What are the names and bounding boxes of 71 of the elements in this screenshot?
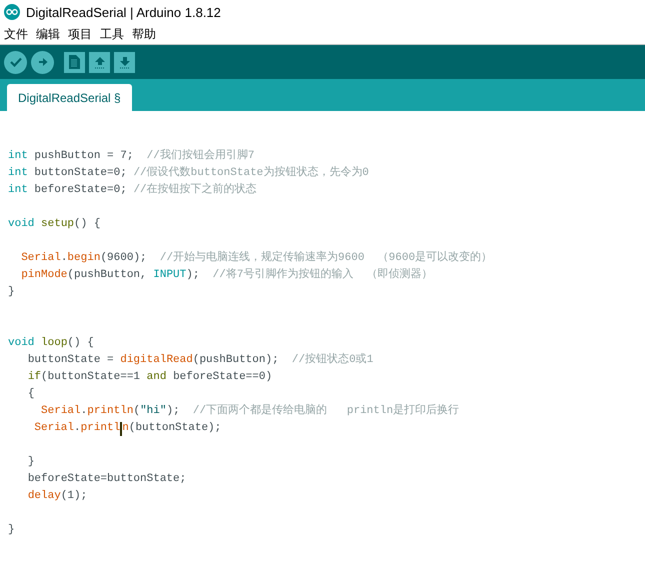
code-text: beforeState==0) [173, 370, 272, 385]
code-text: } [8, 523, 15, 538]
save-button[interactable] [114, 52, 135, 72]
code-text: void [8, 336, 34, 351]
new-button[interactable] [64, 52, 85, 72]
menu-item[interactable]: 帮助 [132, 26, 156, 42]
code-text: . [80, 404, 88, 419]
code-text: (buttonState); [128, 421, 222, 436]
window-title: DigitalReadSerial | Arduino 1.8.12 [26, 4, 221, 20]
menu-item[interactable]: 编辑 [36, 26, 60, 42]
code-text: begin [67, 251, 100, 266]
code-text: () { [74, 217, 100, 232]
code-text: Serial [21, 251, 61, 266]
download-arrow-icon [118, 56, 130, 68]
code-text: if [28, 370, 42, 385]
code-comment: //下面两个都是传给电脑的 println是打印后换行 [192, 403, 460, 419]
code-comment: //假设代数buttonState为按钮状态，先令为0 [133, 165, 369, 181]
code-comment: //开始与电脑连线，规定传输速率为9600 （9600是可以改变的） [160, 250, 492, 266]
code-text: n [122, 421, 129, 436]
code-comment: //将7号引脚作为按钮的输入 （即侦测器） [212, 267, 433, 283]
code-text: INPUT [153, 268, 186, 283]
upload-button[interactable] [31, 50, 54, 74]
code-text: beforeState=0; [34, 183, 128, 198]
code-text: Serial [41, 404, 81, 419]
code-comment: //我们按钮会用引脚7 [146, 148, 254, 164]
code-text: Serial [34, 421, 74, 436]
document-icon [69, 55, 80, 69]
code-text: pinMode [21, 268, 68, 283]
code-text: and [146, 370, 166, 385]
code-text: setup [41, 217, 74, 232]
menu-item[interactable]: 文件 [4, 26, 28, 42]
code-text: "hi" [140, 404, 166, 419]
code-text: delay [28, 489, 61, 504]
menu-item[interactable]: 工具 [100, 26, 124, 42]
code-text: } [8, 285, 15, 300]
code-text: (9600); [100, 251, 148, 266]
code-text: printl [80, 421, 120, 436]
code-text: println [87, 404, 134, 419]
app-logo-icon [4, 4, 20, 20]
code-text: int [8, 149, 28, 164]
code-comment: //按钮状态0或1 [292, 352, 374, 368]
code-text: int [8, 166, 28, 181]
code-text: pushButton = 7; [34, 149, 134, 164]
menu-item[interactable]: 项目 [68, 26, 92, 42]
arrow-right-icon [38, 57, 48, 67]
code-text: (buttonState==1 [41, 370, 142, 385]
upload-arrow-icon [94, 56, 106, 68]
code-text: { [28, 387, 34, 402]
code-text: (1); [60, 489, 88, 504]
verify-button[interactable] [4, 50, 27, 74]
code-text: ); [166, 404, 181, 419]
code-text: int [8, 183, 28, 198]
code-text: } [28, 455, 34, 470]
code-text: (pushButton); [192, 353, 280, 368]
code-text: ); [186, 268, 200, 283]
code-text: () { [67, 336, 94, 351]
open-button[interactable] [89, 52, 110, 72]
code-text: . [60, 251, 68, 266]
code-comment: //在按钮按下之前的状态 [133, 182, 257, 198]
code-text: (pushButton, [67, 268, 148, 283]
code-text: ( [133, 404, 140, 419]
text-cursor [120, 422, 122, 436]
file-tab[interactable]: DigitalReadSerial § [7, 84, 132, 111]
code-text: buttonState=0; [34, 166, 128, 181]
code-text: void [8, 217, 34, 232]
code-text: loop [41, 336, 68, 351]
code-text: digitalRead [120, 353, 193, 368]
check-icon [10, 57, 22, 67]
code-text: buttonState = [28, 353, 115, 368]
code-text: . [74, 421, 81, 436]
code-text: beforeState=buttonState; [28, 472, 186, 487]
